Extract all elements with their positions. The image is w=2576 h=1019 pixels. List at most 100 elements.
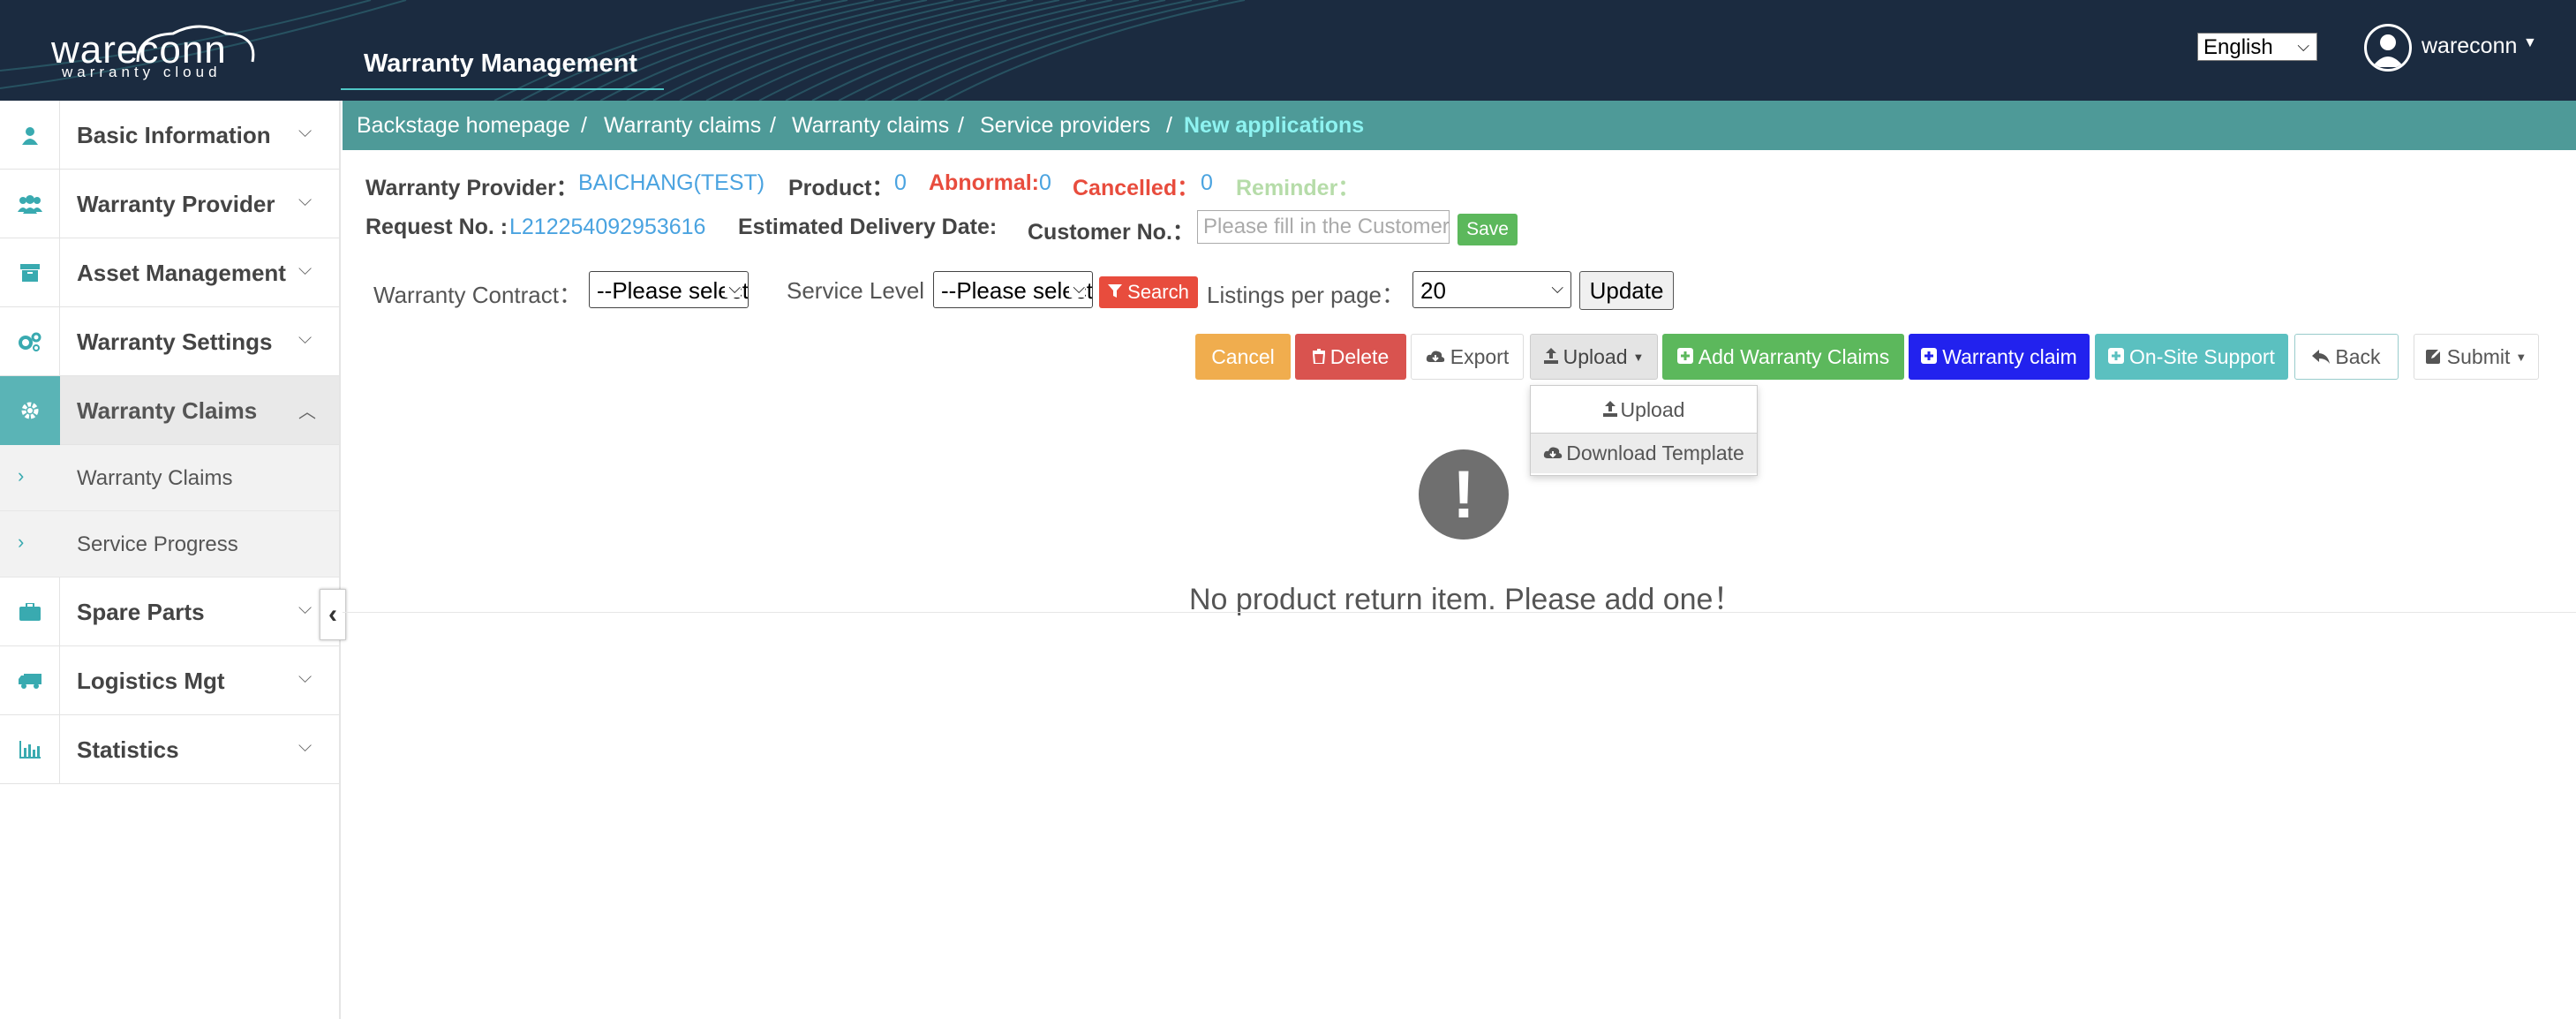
back-button[interactable]: Back xyxy=(2294,334,2399,380)
user-name[interactable]: wareconn xyxy=(2422,34,2517,59)
sidebar-item-label: Logistics Mgt xyxy=(77,668,225,694)
wareconn-logo[interactable]: wareconn warranty cloud xyxy=(49,19,261,83)
breadcrumb-link[interactable]: Warranty claims xyxy=(792,113,949,139)
language-value: English xyxy=(2203,35,2273,59)
plus-square-icon xyxy=(1676,345,1693,369)
user-avatar[interactable] xyxy=(2364,24,2412,72)
sidebar-subitem-label: Service Progress xyxy=(77,532,238,556)
logo-tagline: warranty cloud xyxy=(62,64,222,80)
cancelled-label: Cancelled： xyxy=(1073,176,1200,200)
sidebar-item-label: Warranty Settings xyxy=(77,328,273,355)
listings-per-page-select[interactable]: 20 ⌵ xyxy=(1412,271,1571,308)
users-icon xyxy=(0,170,60,238)
export-button[interactable]: Export xyxy=(1411,334,1524,380)
edit-icon xyxy=(2425,345,2442,369)
breadcrumb-current: New applications xyxy=(1184,113,1365,138)
sidebar-item-label: Warranty Provider xyxy=(77,191,275,217)
trash-icon xyxy=(1312,345,1325,369)
language-select[interactable]: English ⌵ xyxy=(2197,33,2317,61)
listings-per-page-value: 20 xyxy=(1420,277,1446,304)
chevron-down-icon: ⌵ xyxy=(298,599,313,618)
archive-icon xyxy=(0,238,60,307)
chevron-down-icon: ⌵ xyxy=(1069,279,1085,298)
request-no-label: Request No. : xyxy=(365,215,508,239)
sidebar-item-statistics[interactable]: Statistics ⌵ xyxy=(0,715,339,784)
upload-icon xyxy=(1602,398,1617,422)
warranty-claim-button[interactable]: Warranty claim xyxy=(1909,334,2090,380)
delete-button-label: Delete xyxy=(1329,344,1390,368)
top-header: wareconn warranty cloud Warranty Managem… xyxy=(0,0,2576,101)
sidebar-item-basic-information[interactable]: Basic Information ⌵ xyxy=(0,101,339,170)
reminder-label: Reminder： xyxy=(1236,176,1360,200)
sidebar-item-asset-management[interactable]: Asset Management ⌵ xyxy=(0,238,339,307)
chevron-left-icon: ‹ xyxy=(328,600,337,629)
breadcrumb-separator: / xyxy=(1166,113,1172,138)
export-button-label: Export xyxy=(1450,344,1510,368)
customer-no-label: Customer No.： xyxy=(1028,220,1194,245)
breadcrumb-link[interactable]: Warranty claims xyxy=(604,113,761,139)
listings-per-page-label: Listings per page： xyxy=(1207,282,1405,308)
sidebar-item-warranty-claims[interactable]: Warranty Claims ︿ xyxy=(0,376,339,445)
exclamation-icon: ! xyxy=(1419,449,1509,540)
service-level-select[interactable]: --Please select-- ⌵ xyxy=(933,271,1093,308)
upload-dropdown-button[interactable]: Upload ▼ xyxy=(1530,334,1658,380)
chevron-down-icon: ⌵ xyxy=(725,279,741,298)
breadcrumb-link[interactable]: Backstage homepage xyxy=(357,113,570,139)
sidebar-subitem-label: Warranty Claims xyxy=(77,466,233,490)
app-title-underline xyxy=(341,88,664,90)
plus-square-icon xyxy=(2108,345,2125,369)
breadcrumb-separator: / xyxy=(770,113,776,138)
plus-square-icon xyxy=(1921,345,1938,369)
sidebar-item-label: Warranty Claims xyxy=(77,397,258,424)
warranty-contract-select[interactable]: --Please select-- ⌵ xyxy=(589,271,749,308)
filter-icon xyxy=(1108,281,1123,304)
on-site-support-label: On-Site Support xyxy=(2129,344,2275,368)
cloud-download-icon xyxy=(1426,345,1445,369)
search-button[interactable]: Search xyxy=(1099,276,1198,308)
app-title: Warranty Management xyxy=(364,49,637,78)
chevron-down-icon: ⌵ xyxy=(298,328,313,348)
provider-label: Warranty Provider： xyxy=(365,176,578,200)
breadcrumb-separator: / xyxy=(958,113,964,138)
cogs-icon xyxy=(0,307,60,376)
caret-down-icon[interactable]: ▼ xyxy=(2523,35,2537,51)
download-template-menu-item[interactable]: Download Template xyxy=(1531,433,1757,473)
sidebar-item-warranty-settings[interactable]: Warranty Settings ⌵ xyxy=(0,307,339,376)
save-button[interactable]: Save xyxy=(1457,214,1518,245)
search-button-label: Search xyxy=(1127,281,1189,303)
submit-dropdown-button[interactable]: Submit ▼ xyxy=(2414,334,2539,380)
on-site-support-button[interactable]: On-Site Support xyxy=(2095,334,2288,380)
sidebar-subitem-warranty-claims[interactable]: › Warranty Claims xyxy=(0,445,339,511)
user-icon xyxy=(0,101,60,170)
upload-menu-label: Upload xyxy=(1620,397,1685,421)
content-divider xyxy=(343,612,2576,613)
add-warranty-claims-button[interactable]: Add Warranty Claims xyxy=(1662,334,1904,380)
chevron-down-icon: ⌵ xyxy=(298,736,313,756)
upload-menu-item[interactable]: Upload xyxy=(1531,389,1757,430)
bar-chart-icon xyxy=(0,715,60,784)
chevron-down-icon: ⌵ xyxy=(298,260,313,279)
sidebar-collapse-button[interactable]: ‹ xyxy=(320,589,346,640)
sidebar-item-spare-parts[interactable]: Spare Parts ⌵ xyxy=(0,577,339,646)
chevron-right-icon: › xyxy=(18,531,25,553)
truck-icon xyxy=(0,646,60,715)
chevron-down-icon: ⌵ xyxy=(298,191,313,210)
gear-icon xyxy=(0,376,60,445)
delete-button[interactable]: Delete xyxy=(1295,334,1406,380)
customer-no-input[interactable]: Please fill in the Customer No. xyxy=(1197,210,1450,244)
page-root: wareconn warranty cloud Warranty Managem… xyxy=(0,0,2576,1019)
sidebar-item-warranty-provider[interactable]: Warranty Provider ⌵ xyxy=(0,170,339,238)
breadcrumb-link[interactable]: Service providers xyxy=(980,113,1150,139)
update-button[interactable]: Update xyxy=(1579,271,1674,310)
reply-icon xyxy=(2312,345,2331,369)
sidebar-item-label: Statistics xyxy=(77,736,179,763)
product-count: 0 xyxy=(894,170,907,195)
cancel-button[interactable]: Cancel xyxy=(1195,334,1291,380)
cloud-download-icon xyxy=(1543,442,1563,465)
product-label: Product： xyxy=(788,176,894,200)
warranty-contract-label: Warranty Contract： xyxy=(373,282,582,308)
upload-button-label: Upload xyxy=(1563,344,1628,368)
sidebar-subitem-service-progress[interactable]: › Service Progress xyxy=(0,511,339,577)
request-no-value: L212254092953616 xyxy=(509,215,706,239)
sidebar-item-logistics-mgt[interactable]: Logistics Mgt ⌵ xyxy=(0,646,339,715)
